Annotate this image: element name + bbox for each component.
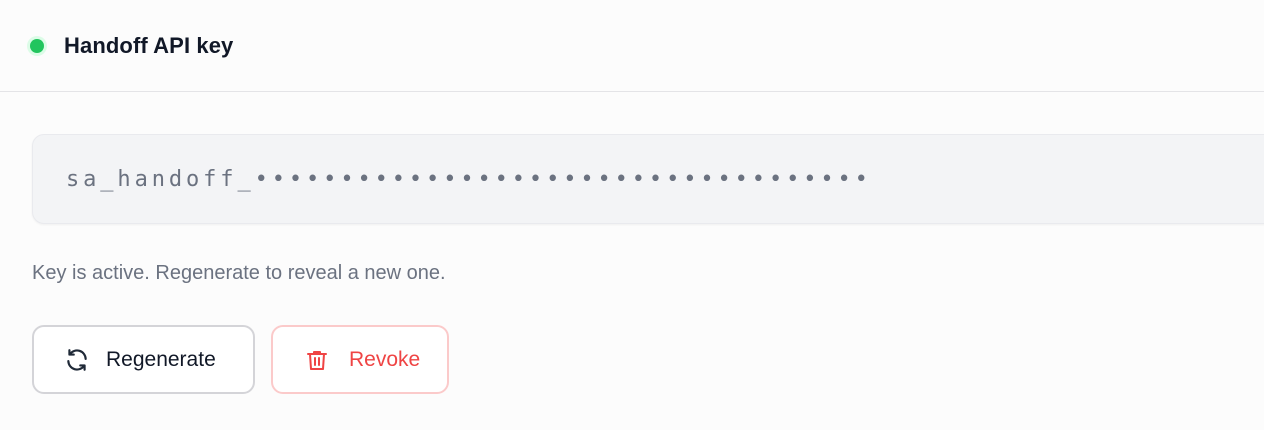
regenerate-button[interactable]: Regenerate [32, 325, 255, 394]
regenerate-label: Regenerate [106, 347, 216, 371]
panel-title: Handoff API key [64, 32, 234, 58]
api-key-panel: Handoff API key sa_handoff_•••••••••••••… [0, 0, 1264, 430]
refresh-icon [64, 347, 90, 373]
revoke-button[interactable]: Revoke [271, 325, 449, 394]
status-indicator [30, 38, 44, 53]
panel-header: Handoff API key [0, 0, 1264, 92]
api-key-value: sa_handoff_•••••••••••••••••••••••••••••… [66, 166, 872, 192]
revoke-label: Revoke [349, 347, 421, 371]
trash-icon [304, 347, 330, 373]
api-key-field[interactable]: sa_handoff_•••••••••••••••••••••••••••••… [32, 134, 1264, 224]
key-status-helper-text: Key is active. Regenerate to reveal a ne… [32, 262, 446, 284]
